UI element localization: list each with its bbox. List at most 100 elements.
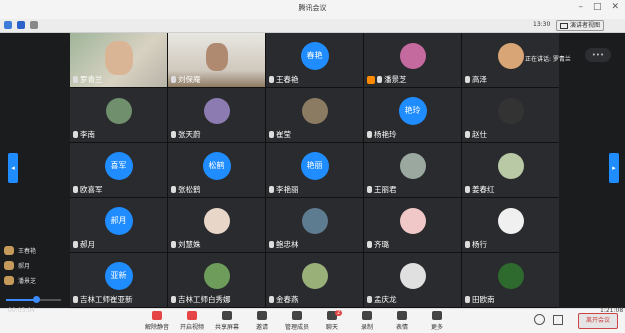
participant-name-label: 杨艳玲: [374, 130, 397, 139]
minimize-icon[interactable]: –: [578, 2, 583, 12]
participant-name-label: 刘慧姝: [178, 240, 201, 249]
participant-tile[interactable]: 春艳 王春艳: [266, 33, 363, 87]
participant-tile[interactable]: 崔莹: [266, 88, 363, 142]
participant-tile[interactable]: 罗青兰: [70, 33, 167, 87]
maximize-icon[interactable]: □: [593, 2, 602, 12]
participant-tile[interactable]: 杨行: [462, 198, 559, 252]
participant-tile[interactable]: 孟庆龙: [364, 253, 461, 307]
participant-name-label: 姜春红: [472, 185, 495, 194]
toolbar-chat-button[interactable]: 聊天 2: [315, 310, 349, 331]
toolbar-share-screen-button[interactable]: 共享屏幕: [210, 311, 244, 331]
participant-tile[interactable]: 田欧南: [462, 253, 559, 307]
participant-name: 李南: [73, 129, 95, 140]
info-icon[interactable]: [4, 21, 12, 29]
toolbar-label: 管理成员: [284, 324, 309, 331]
participant-name: 鲍忠林: [269, 239, 299, 250]
participant-tile[interactable]: 金春燕: [266, 253, 363, 307]
mic-muted-icon: [269, 76, 274, 83]
prev-page-button[interactable]: ◂: [8, 153, 18, 183]
volume-slider[interactable]: [6, 296, 61, 303]
next-page-button[interactable]: ▸: [609, 153, 619, 183]
avatar: [203, 97, 230, 124]
participant-tile[interactable]: 齐璐: [364, 198, 461, 252]
participant-tile[interactable]: 赵仕: [462, 88, 559, 142]
avatar: [497, 152, 524, 179]
participant-name: 郝月: [73, 239, 95, 250]
signal-icon: [30, 21, 38, 29]
raise-hand-toggle[interactable]: •••: [585, 48, 611, 62]
mic-muted-icon: [171, 296, 176, 303]
participant-tile[interactable]: 吉林工师白秀娜: [168, 253, 265, 307]
toolbar-more-button[interactable]: 更多: [420, 311, 454, 331]
toolbar-camera-button[interactable]: 开启视频: [175, 311, 209, 331]
title-bar: 腾讯会议 – □ ✕: [0, 0, 625, 20]
mic-muted-icon: [171, 186, 176, 193]
participant-name-label: 李艳丽: [276, 185, 299, 194]
participant-tile[interactable]: 郝月 郝月: [70, 198, 167, 252]
participant-name-label: 高泽: [472, 75, 487, 84]
meeting-clock: 13:30: [533, 21, 551, 28]
mic-muted-icon: [171, 131, 176, 138]
participant-name-label: 鲍忠林: [276, 240, 299, 249]
participant-tile[interactable]: 喜军 欧喜军: [70, 143, 167, 197]
participant-tile[interactable]: 松鹤 张松鹤: [168, 143, 265, 197]
avatar: [301, 207, 328, 234]
participant-name-label: 田欧南: [472, 295, 495, 304]
slider-fill: [6, 299, 36, 301]
toolbar-mic-button[interactable]: 解除静音: [140, 311, 174, 331]
mic-muted-icon: [269, 241, 274, 248]
mic-muted-icon: [465, 241, 470, 248]
toolbar-record-button[interactable]: 录制: [350, 311, 384, 331]
slider-handle[interactable]: [33, 296, 40, 303]
hand-icon: [4, 276, 14, 285]
avatar: [497, 97, 524, 124]
toolbar-emoji-button[interactable]: 表情: [385, 311, 419, 331]
participant-name: 张天蔚: [171, 129, 201, 140]
toolbar-label: 开启视频: [179, 324, 204, 331]
participant-name-label: 金春燕: [276, 295, 299, 304]
participant-name: 刘保庵: [171, 74, 201, 85]
chevron-left-icon: ◂: [11, 164, 15, 172]
participant-tile[interactable]: 刘慧姝: [168, 198, 265, 252]
raised-hand-item[interactable]: 潘景芝: [4, 276, 36, 285]
mic-muted-icon: [367, 131, 372, 138]
participant-tile[interactable]: 刘保庵: [168, 33, 265, 87]
participant-name: 田欧南: [465, 294, 495, 305]
pen-icon[interactable]: [534, 314, 545, 325]
participant-name-label: 罗青兰: [80, 75, 103, 84]
participant-tile[interactable]: 亚新 吉林工师崔亚新: [70, 253, 167, 307]
leave-meeting-button[interactable]: 离开会议: [578, 313, 618, 329]
chevron-right-icon: ▸: [612, 164, 616, 172]
participant-tile[interactable]: 张天蔚: [168, 88, 265, 142]
raised-hand-item[interactable]: 王春艳: [4, 246, 36, 255]
raised-hand-item[interactable]: 郝月: [4, 261, 36, 270]
toolbar-label: 共享屏幕: [214, 324, 239, 331]
participant-name: 赵仕: [465, 129, 487, 140]
host-icon: [367, 75, 375, 84]
participant-tile[interactable]: 李南: [70, 88, 167, 142]
toolbar-invite-button[interactable]: 邀请: [245, 311, 279, 331]
window-controls: – □ ✕: [578, 2, 619, 12]
speaker-view-button[interactable]: 演讲者视图: [556, 20, 605, 31]
participant-tile[interactable]: 艳玲 杨艳玲: [364, 88, 461, 142]
participant-grid: 罗青兰 刘保庵 春艳 王春艳 潘景芝 高泽 李南 张天蔚 崔莹 艳玲 杨艳玲 赵仕 喜军 欧喜军 松鹤 张松鹤…: [70, 33, 559, 308]
chat-badge: 2: [335, 310, 343, 316]
mic-muted-icon: [465, 131, 470, 138]
participant-name: 姜春红: [465, 184, 495, 195]
toolbar-label: 聊天: [325, 324, 338, 331]
participant-tile[interactable]: 潘景芝: [364, 33, 461, 87]
video-feed: [206, 43, 228, 71]
shield-icon[interactable]: [17, 21, 25, 29]
participant-tile[interactable]: 艳丽 李艳丽: [266, 143, 363, 197]
participant-tile[interactable]: 姜春红: [462, 143, 559, 197]
avatar: [399, 262, 426, 289]
toolbar-members-button[interactable]: 管理成员: [280, 311, 314, 331]
avatar: 艳玲: [398, 96, 427, 125]
participant-name-label: 欧喜军: [80, 185, 103, 194]
close-icon[interactable]: ✕: [611, 2, 619, 12]
expand-icon[interactable]: [553, 315, 563, 325]
participant-tile[interactable]: 鲍忠林: [266, 198, 363, 252]
participant-name-label: 吉林工师崔亚新: [80, 295, 133, 304]
more-icon: [432, 311, 442, 320]
participant-tile[interactable]: 王丽君: [364, 143, 461, 197]
